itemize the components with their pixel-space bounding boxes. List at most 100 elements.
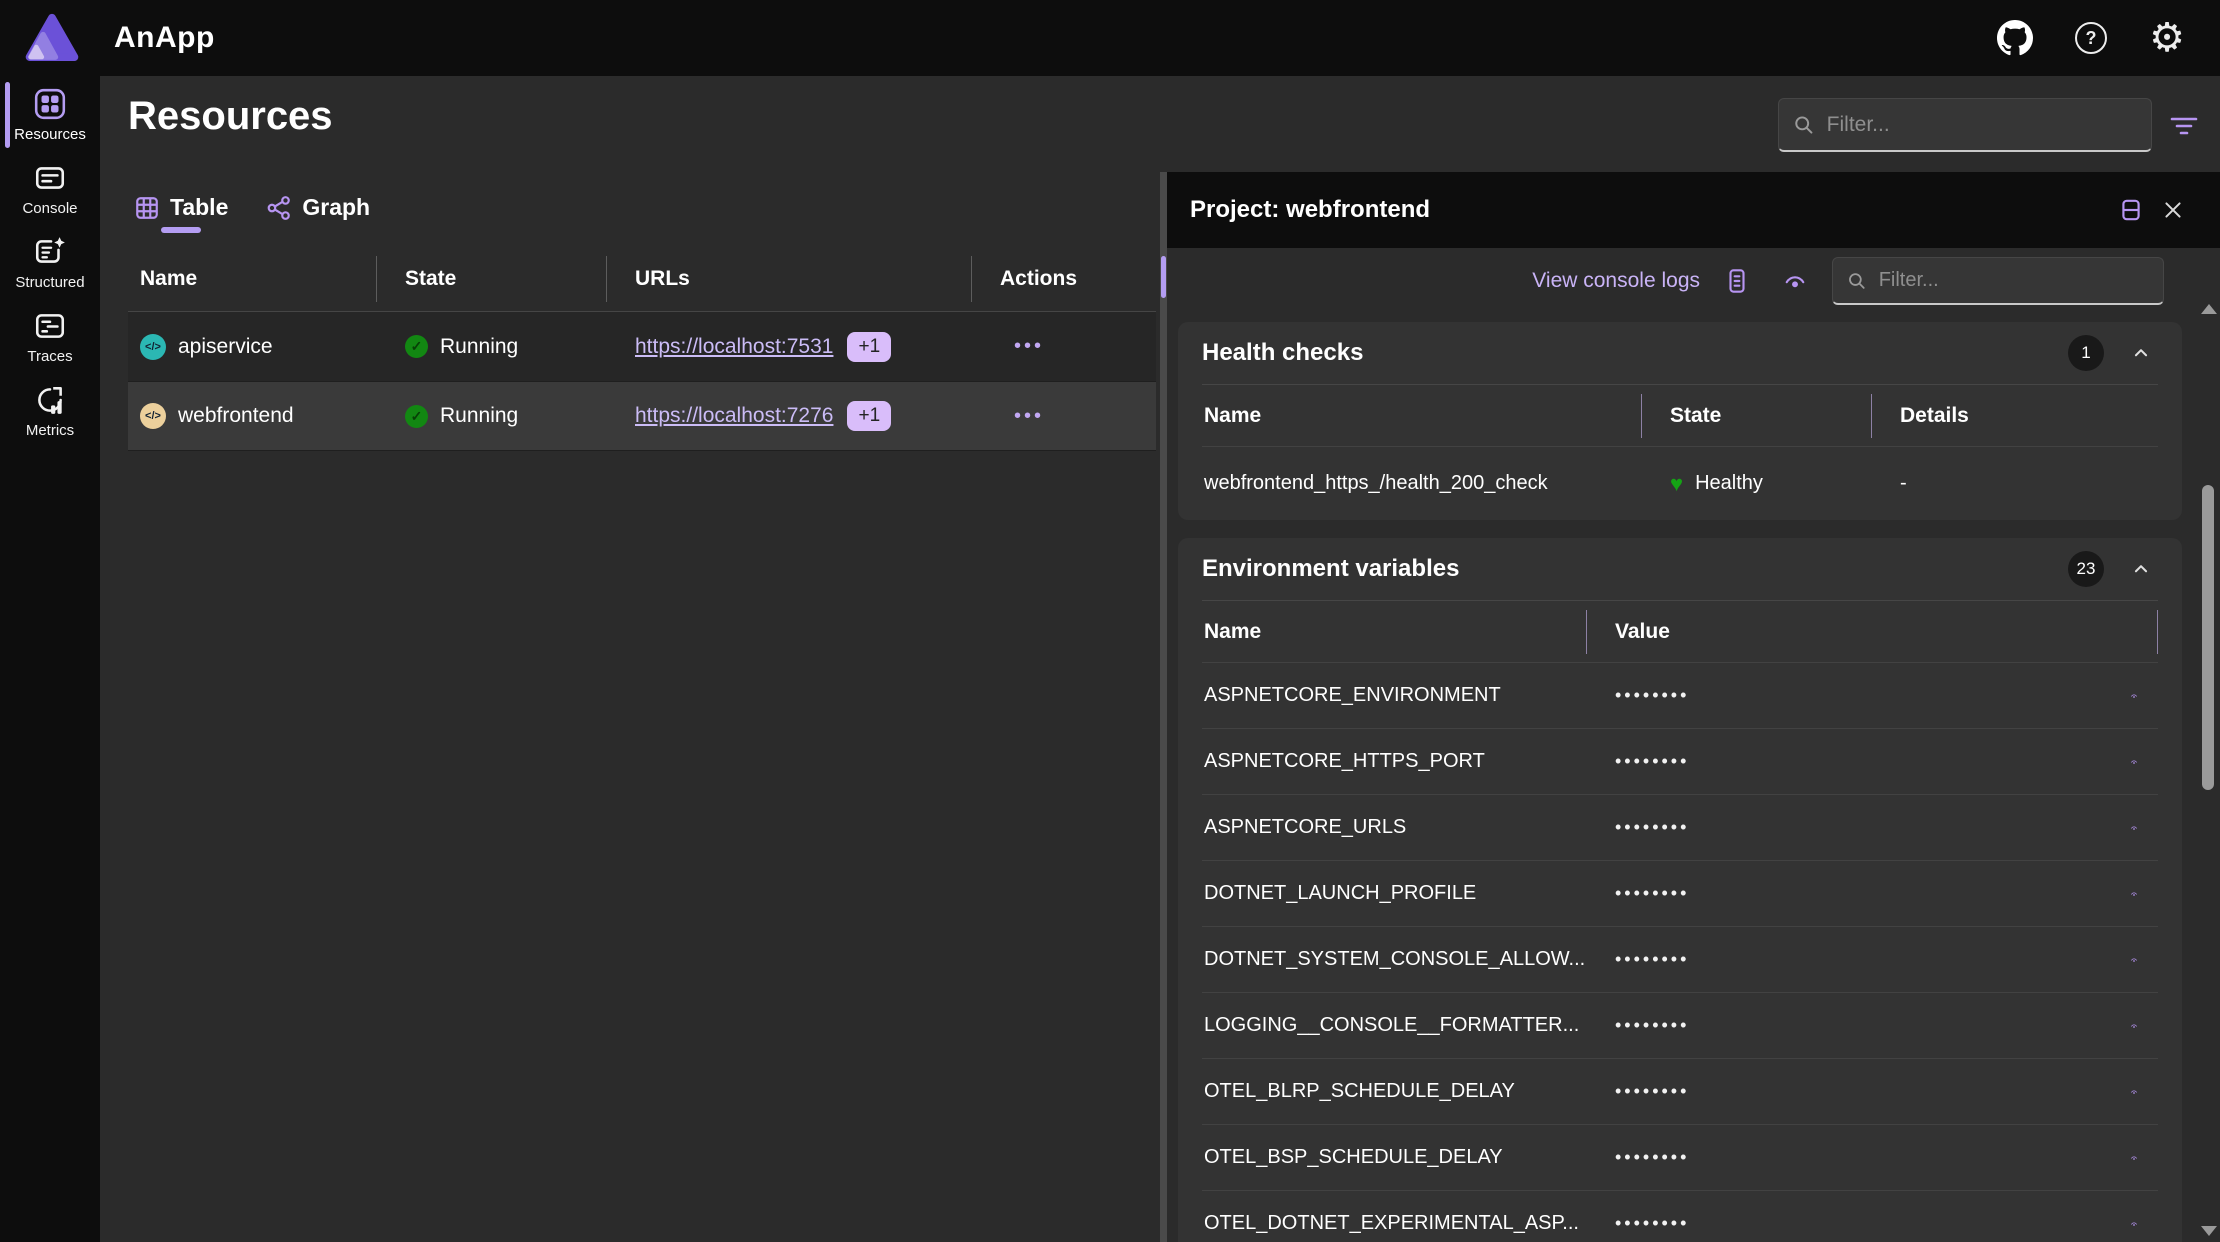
chevron-up-icon[interactable] (2124, 552, 2158, 586)
env-var-row: OTEL_BSP_SCHEDULE_DELAY •••••••• (1202, 1124, 2158, 1190)
tab-label: Graph (302, 194, 370, 221)
reveal-value-eye-icon[interactable] (2102, 942, 2138, 978)
column-header-actions: Actions (972, 247, 1156, 311)
env-var-name: OTEL_BLRP_SCHEDULE_DELAY (1202, 1080, 1587, 1103)
reveal-value-eye-icon[interactable] (2102, 744, 2138, 780)
sidebar-item-label: Metrics (26, 422, 74, 439)
health-state: Healthy (1695, 472, 1763, 495)
resource-name: webfrontend (178, 404, 294, 428)
column-header-name: Name (128, 247, 377, 311)
sidebar-item-label: Console (22, 200, 77, 217)
resources-grid-icon (33, 87, 67, 121)
help-icon[interactable]: ? (2068, 15, 2114, 61)
split-pane-icon[interactable] (2110, 189, 2152, 231)
sidebar-item-label: Resources (14, 126, 86, 143)
gear-glyph: ⚙ (2149, 18, 2185, 58)
console-icon (33, 161, 67, 195)
sidebar-item-traces[interactable]: Traces (0, 300, 100, 374)
masked-value: •••••••• (1615, 685, 1689, 706)
masked-value: •••••••• (1615, 1147, 1689, 1168)
reveal-value-eye-icon[interactable] (2102, 1074, 2138, 1110)
search-icon (1793, 113, 1815, 137)
env-var-row: ASPNETCORE_ENVIRONMENT •••••••• (1202, 662, 2158, 728)
resource-filter-input[interactable] (1827, 113, 2137, 137)
table-row-apiservice[interactable]: </> apiservice ✓ Running https://localho… (128, 311, 1156, 381)
panel-title: Project: webfrontend (1190, 196, 1430, 224)
env-var-row: ASPNETCORE_URLS •••••••• (1202, 794, 2158, 860)
resource-state: Running (440, 335, 518, 359)
row-actions-ellipsis-icon[interactable]: ••• (1000, 405, 1044, 428)
resource-detail-panel: Project: webfrontend (1160, 172, 2220, 1242)
env-var-row: OTEL_DOTNET_EXPERIMENTAL_ASP... •••••••• (1202, 1190, 2158, 1242)
app-title: AnApp (114, 21, 215, 55)
graph-icon (266, 195, 292, 221)
tab-graph[interactable]: Graph (260, 184, 376, 239)
masked-value: •••••••• (1615, 1213, 1689, 1234)
reveal-value-eye-icon[interactable] (2102, 1008, 2138, 1044)
column-header-value: Value (1587, 601, 2102, 662)
close-icon[interactable] (2152, 189, 2194, 231)
env-var-name: ASPNETCORE_ENVIRONMENT (1202, 684, 1587, 707)
heart-icon: ♥ (1670, 471, 1683, 497)
scrollbar-thumb[interactable] (2202, 485, 2214, 790)
sidebar-item-metrics[interactable]: Metrics (0, 374, 100, 448)
filter-funnel-icon[interactable] (2164, 111, 2204, 141)
more-urls-badge[interactable]: +1 (847, 332, 891, 362)
section-title: Health checks (1202, 339, 2068, 367)
scrollbar-down-arrow[interactable] (2201, 1226, 2217, 1236)
env-var-name: ASPNETCORE_HTTPS_PORT (1202, 750, 1587, 773)
reveal-value-eye-icon[interactable] (2102, 678, 2138, 714)
console-log-icon[interactable] (1716, 260, 1758, 302)
masked-value: •••••••• (1615, 1015, 1689, 1036)
resources-table-header: Name State URLs Actions (128, 247, 1156, 311)
sidebar-item-structured[interactable]: Structured (0, 226, 100, 300)
health-table-header: Name State Details (1202, 384, 2158, 446)
env-count-badge: 23 (2068, 551, 2104, 587)
traces-icon (33, 309, 67, 343)
page-title: Resources (128, 94, 333, 139)
sidebar-item-resources[interactable]: Resources (0, 78, 100, 152)
resource-code-icon: </> (140, 334, 166, 360)
more-urls-badge[interactable]: +1 (847, 401, 891, 431)
app-logo-icon (24, 12, 80, 64)
sidebar-item-label: Traces (27, 348, 72, 365)
reveal-value-eye-icon[interactable] (2102, 1206, 2138, 1242)
env-var-row: DOTNET_LAUNCH_PROFILE •••••••• (1202, 860, 2158, 926)
github-icon[interactable] (1992, 15, 2038, 61)
topbar: AnApp ? ⚙ (0, 0, 2220, 76)
chevron-up-icon[interactable] (2124, 336, 2158, 370)
env-var-row: ASPNETCORE_HTTPS_PORT •••••••• (1202, 728, 2158, 794)
health-check-row: webfrontend_https_/health_200_check ♥ He… (1202, 446, 2158, 520)
panel-header: Project: webfrontend (1160, 172, 2220, 248)
masked-value: •••••••• (1615, 817, 1689, 838)
column-header-actions (2102, 601, 2158, 662)
section-title: Environment variables (1202, 555, 2068, 583)
resource-url-link[interactable]: https://localhost:7531 (635, 335, 833, 359)
reveal-value-eye-icon[interactable] (2102, 810, 2138, 846)
structured-logs-icon (33, 235, 67, 269)
row-actions-ellipsis-icon[interactable]: ••• (1000, 335, 1044, 358)
resource-filter-box (1778, 98, 2152, 152)
tab-table[interactable]: Table (128, 184, 234, 239)
scrollbar-up-arrow[interactable] (2201, 304, 2217, 314)
reveal-value-eye-icon[interactable] (2102, 1140, 2138, 1176)
search-icon (1847, 270, 1867, 292)
sidebar: Resources Console Structured (0, 76, 100, 1242)
tab-label: Table (170, 194, 228, 221)
view-console-logs-link[interactable]: View console logs (1532, 269, 1700, 293)
masked-value: •••••••• (1615, 883, 1689, 904)
env-var-name: ASPNETCORE_URLS (1202, 816, 1587, 839)
panel-resize-handle[interactable] (1160, 172, 1167, 1242)
panel-filter-input[interactable] (1879, 269, 2149, 292)
settings-gear-icon[interactable]: ⚙ (2144, 15, 2190, 61)
sidebar-item-console[interactable]: Console (0, 152, 100, 226)
table-row-webfrontend[interactable]: </> webfrontend ✓ Running https://localh… (128, 381, 1156, 451)
masked-value: •••••••• (1615, 751, 1689, 772)
resource-url-link[interactable]: https://localhost:7276 (635, 404, 833, 428)
env-var-row: DOTNET_SYSTEM_CONSOLE_ALLOW... •••••••• (1202, 926, 2158, 992)
main-header: Resources (100, 76, 2220, 172)
eye-icon[interactable] (1774, 260, 1816, 302)
health-check-name: webfrontend_https_/health_200_check (1202, 472, 1642, 495)
reveal-value-eye-icon[interactable] (2102, 876, 2138, 912)
running-check-icon: ✓ (405, 335, 428, 358)
